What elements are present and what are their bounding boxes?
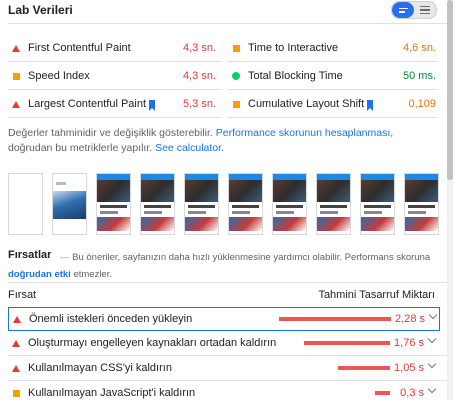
orange-square-icon [10, 389, 22, 397]
opportunity-label: Oluşturmayı engelleyen kaynakları ortada… [28, 337, 277, 349]
opportunity-row[interactable]: Oluşturmayı engelleyen kaynakları ortada… [8, 332, 438, 354]
metric-cls: Cumulative Layout Shift 0,109 [230, 95, 436, 113]
chevron-down-icon[interactable] [427, 384, 437, 394]
divider [8, 23, 447, 24]
filmstrip-frame [360, 173, 395, 235]
divider [8, 380, 447, 381]
filmstrip-frame [140, 173, 175, 235]
column-estimated-savings: Tahmini Tasarruf Miktarı [318, 289, 435, 301]
orange-square-icon [10, 72, 22, 80]
metric-value: 50 ms. [402, 70, 436, 82]
red-triangle-icon [11, 315, 23, 323]
metric-value: 4,6 sn. [402, 42, 436, 54]
divider [8, 89, 222, 90]
metric-label: First Contentful Paint [28, 42, 131, 54]
filmstrip-frame [184, 173, 219, 235]
description-end: etmezler. [73, 269, 112, 280]
savings-bar [304, 341, 390, 345]
metric-value: 4,3 sn. [182, 42, 216, 54]
opportunity-label: Önemli istekleri önceden yükleyin [29, 313, 193, 325]
score-calculation-link[interactable]: Performance skorunun hesaplanması [216, 127, 391, 139]
metric-fcp: First Contentful Paint 4,3 sn. [10, 39, 216, 57]
metric-tti: Time to Interactive 4,6 sn. [230, 39, 436, 57]
opportunity-row[interactable]: Kullanılmayan CSS'yi kaldırın 1,05 s [8, 357, 438, 379]
chevron-down-icon[interactable] [427, 359, 437, 369]
savings-bar [375, 391, 390, 395]
see-calculator-link[interactable]: See calculator. [155, 142, 224, 154]
savings-value: 1,05 s [394, 362, 424, 374]
savings-value: 2,28 s [395, 313, 425, 325]
filmstrip-frame [52, 173, 87, 235]
metric-label: Speed Index [28, 70, 90, 82]
opportunity-row[interactable]: Kullanılmayan JavaScript'i kaldırın 0,3 … [8, 382, 438, 404]
divider [228, 61, 438, 62]
bookmark-icon [367, 100, 374, 111]
metric-label: Cumulative Layout Shift [248, 98, 365, 110]
opportunity-label: Kullanılmayan JavaScript'i kaldırın [28, 387, 196, 399]
filmstrip-frame [404, 173, 439, 235]
divider [8, 117, 222, 118]
bookmark-icon [149, 100, 156, 111]
chevron-down-icon[interactable] [428, 310, 438, 320]
filmstrip-frame [96, 173, 131, 235]
red-triangle-icon [10, 44, 22, 52]
metric-value: 5,3 sn. [182, 98, 216, 110]
metric-lcp: Largest Contentful Paint 5,3 sn. [10, 95, 216, 113]
metric-label: Largest Contentful Paint [28, 98, 147, 110]
opportunities-description: — Bu öneriler, sayfanızın daha hızlı yük… [8, 249, 440, 283]
savings-value: 0,3 s [400, 387, 424, 399]
view-toggle[interactable] [391, 1, 437, 19]
direct-impact-link[interactable]: doğrudan etki [8, 269, 71, 280]
orange-square-icon [230, 100, 242, 108]
list-view-icon[interactable] [414, 2, 436, 18]
metric-value: 0,109 [408, 98, 436, 110]
description-text: Bu öneriler, sayfanızın daha hızlı yükle… [72, 252, 431, 263]
lab-data-panel: Lab Verileri First Contentful Paint 4,3 … [0, 0, 447, 400]
column-opportunity: Fırsat [8, 289, 37, 301]
opportunity-label: Kullanılmayan CSS'yi kaldırın [28, 362, 172, 374]
red-triangle-icon [10, 100, 22, 108]
red-triangle-icon [10, 364, 22, 372]
filmstrip [8, 173, 439, 235]
lab-data-title: Lab Verileri [8, 3, 73, 17]
bars-view-icon[interactable] [392, 2, 414, 18]
divider [8, 355, 447, 356]
green-circle-icon [230, 72, 242, 80]
metric-label: Total Blocking Time [248, 70, 343, 82]
filmstrip-frame [228, 173, 263, 235]
filmstrip-frame [8, 173, 43, 235]
dash-separator: — [60, 252, 70, 263]
savings-bar [279, 317, 391, 321]
divider [228, 117, 438, 118]
metric-tbt: Total Blocking Time 50 ms. [230, 67, 436, 85]
filmstrip-frame [272, 173, 307, 235]
divider [8, 282, 447, 283]
savings-bar [338, 366, 390, 370]
metric-value: 4,3 sn. [182, 70, 216, 82]
metrics-note: Değerler tahminidir ve değişiklik göster… [8, 126, 438, 156]
divider [228, 89, 438, 90]
metric-speed-index: Speed Index 4,3 sn. [10, 67, 216, 85]
opportunity-row[interactable]: Önemli istekleri önceden yükleyin 2,28 s [8, 307, 440, 331]
scrollbar-thumb[interactable] [447, 0, 453, 180]
note-text: Değerler tahminidir ve değişiklik göster… [8, 127, 213, 139]
orange-square-icon [230, 44, 242, 52]
scrollbar[interactable] [447, 0, 453, 400]
metric-label: Time to Interactive [248, 42, 339, 54]
chevron-down-icon[interactable] [427, 334, 437, 344]
opportunities-title: Fırsatlar [8, 249, 52, 261]
savings-value: 1,76 s [394, 337, 424, 349]
filmstrip-frame [316, 173, 351, 235]
red-triangle-icon [10, 339, 22, 347]
divider [8, 61, 222, 62]
